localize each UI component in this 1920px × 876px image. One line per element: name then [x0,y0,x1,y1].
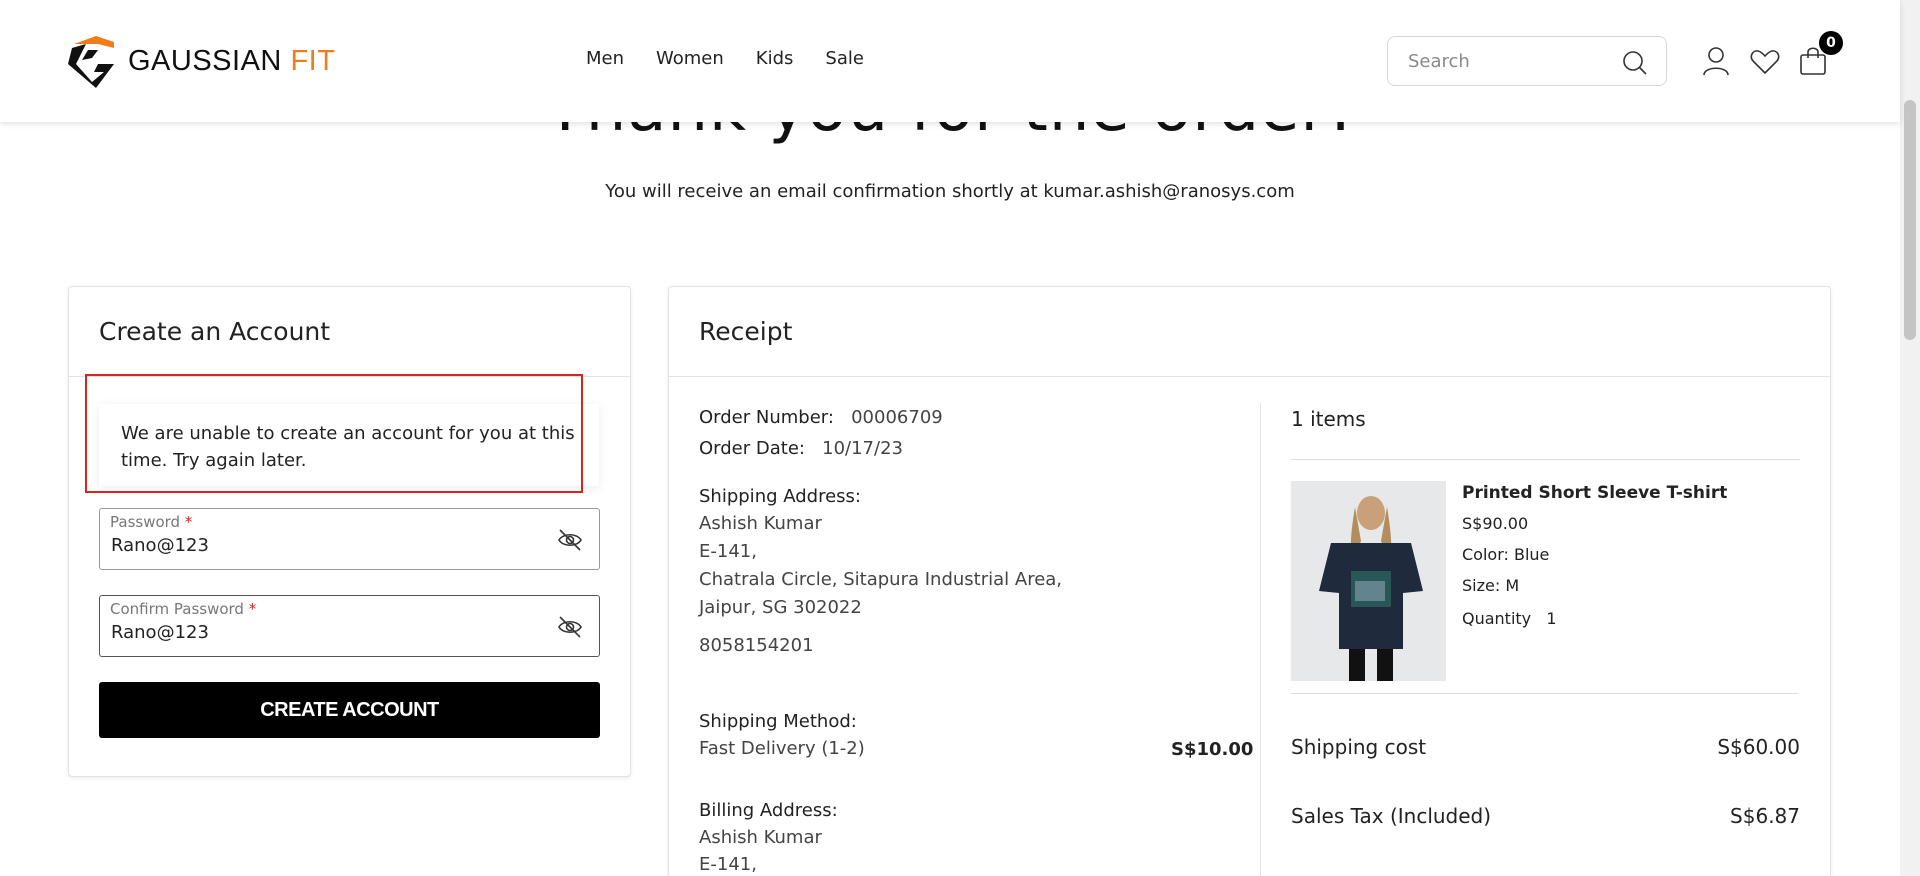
sales-tax-value: S$6.87 [1730,804,1800,828]
hide-password-eye-icon[interactable] [557,528,583,552]
page-scrollbar[interactable] [1900,0,1920,876]
product-divider [1291,693,1798,694]
shipping-address-label: Shipping Address: [699,486,861,507]
shipping-address-line: Chatrala Circle, Sitapura Industrial Are… [699,569,1063,590]
product-photo-icon [1291,481,1446,681]
password-input[interactable] [111,535,531,556]
account-icon[interactable] [1702,46,1730,76]
items-count: 1 items [1291,407,1366,431]
product-size: Size: M [1462,576,1520,595]
billing-address-label: Billing Address: [699,800,838,821]
product-image[interactable] [1291,481,1446,681]
main-nav: Men Women Kids Sale [586,48,864,69]
cart-count-badge: 0 [1819,31,1843,55]
order-number-row: Order Number: 00006709 [699,407,943,428]
create-account-title: Create an Account [69,287,630,377]
nav-men[interactable]: Men [586,48,624,69]
shipping-method-price: S$10.00 [1171,739,1254,760]
search-box [1387,36,1667,86]
receipt-column-divider [1260,403,1261,876]
product-quantity: Quantity 1 [1462,609,1557,628]
create-account-card: Create an Account We are unable to creat… [68,286,631,777]
order-date-row: Order Date: 10/17/23 [699,438,903,459]
password-label: Password * [110,513,193,531]
sales-tax-label: Sales Tax (Included) [1291,804,1492,828]
brand-name: GAUSSIAN FIT [128,44,336,77]
shipping-cost-label: Shipping cost [1291,735,1427,759]
shipping-cost-value: S$60.00 [1717,735,1800,759]
nav-sale[interactable]: Sale [825,48,864,69]
shipping-address-line: Jaipur, SG 302022 [699,597,862,618]
site-header: GAUSSIAN FIT Men Women Kids Sale 0 [0,0,1900,122]
receipt-title: Receipt [669,287,1830,377]
brand-logo[interactable]: GAUSSIAN FIT [68,34,335,88]
product-color: Color: Blue [1462,545,1550,564]
confirm-password-field: Confirm Password * [99,595,600,657]
search-icon[interactable] [1622,50,1648,76]
billing-address-line: Ashish Kumar [699,827,822,848]
create-account-button[interactable]: CREATE ACCOUNT [99,682,600,738]
receipt-card: Receipt Order Number: 00006709 Order Dat… [668,286,1831,876]
confirm-password-input[interactable] [111,622,531,643]
scrollbar-thumb[interactable] [1904,100,1916,340]
shipping-address-line: Ashish Kumar [699,513,822,534]
items-divider [1291,459,1800,460]
product-price: S$90.00 [1462,514,1529,533]
billing-address-line: E-141, [699,854,757,875]
nav-women[interactable]: Women [656,48,724,69]
shipping-method-label: Shipping Method: [699,711,857,732]
wishlist-heart-icon[interactable] [1750,49,1780,75]
product-name[interactable]: Printed Short Sleeve T-shirt [1462,483,1727,503]
shipping-address-line: E-141, [699,541,757,562]
error-highlight-outline [85,374,583,493]
search-input[interactable] [1408,50,1608,72]
nav-kids[interactable]: Kids [756,48,794,69]
shipping-method: Fast Delivery (1-2) [699,738,865,759]
gaussian-logo-icon [68,36,114,88]
phone-number: 8058154201 [699,635,814,656]
hide-confirm-password-eye-icon[interactable] [557,615,583,639]
confirm-password-label: Confirm Password * [110,600,257,618]
password-field: Password * [99,508,600,570]
confirmation-message: You will receive an email confirmation s… [605,181,1295,202]
